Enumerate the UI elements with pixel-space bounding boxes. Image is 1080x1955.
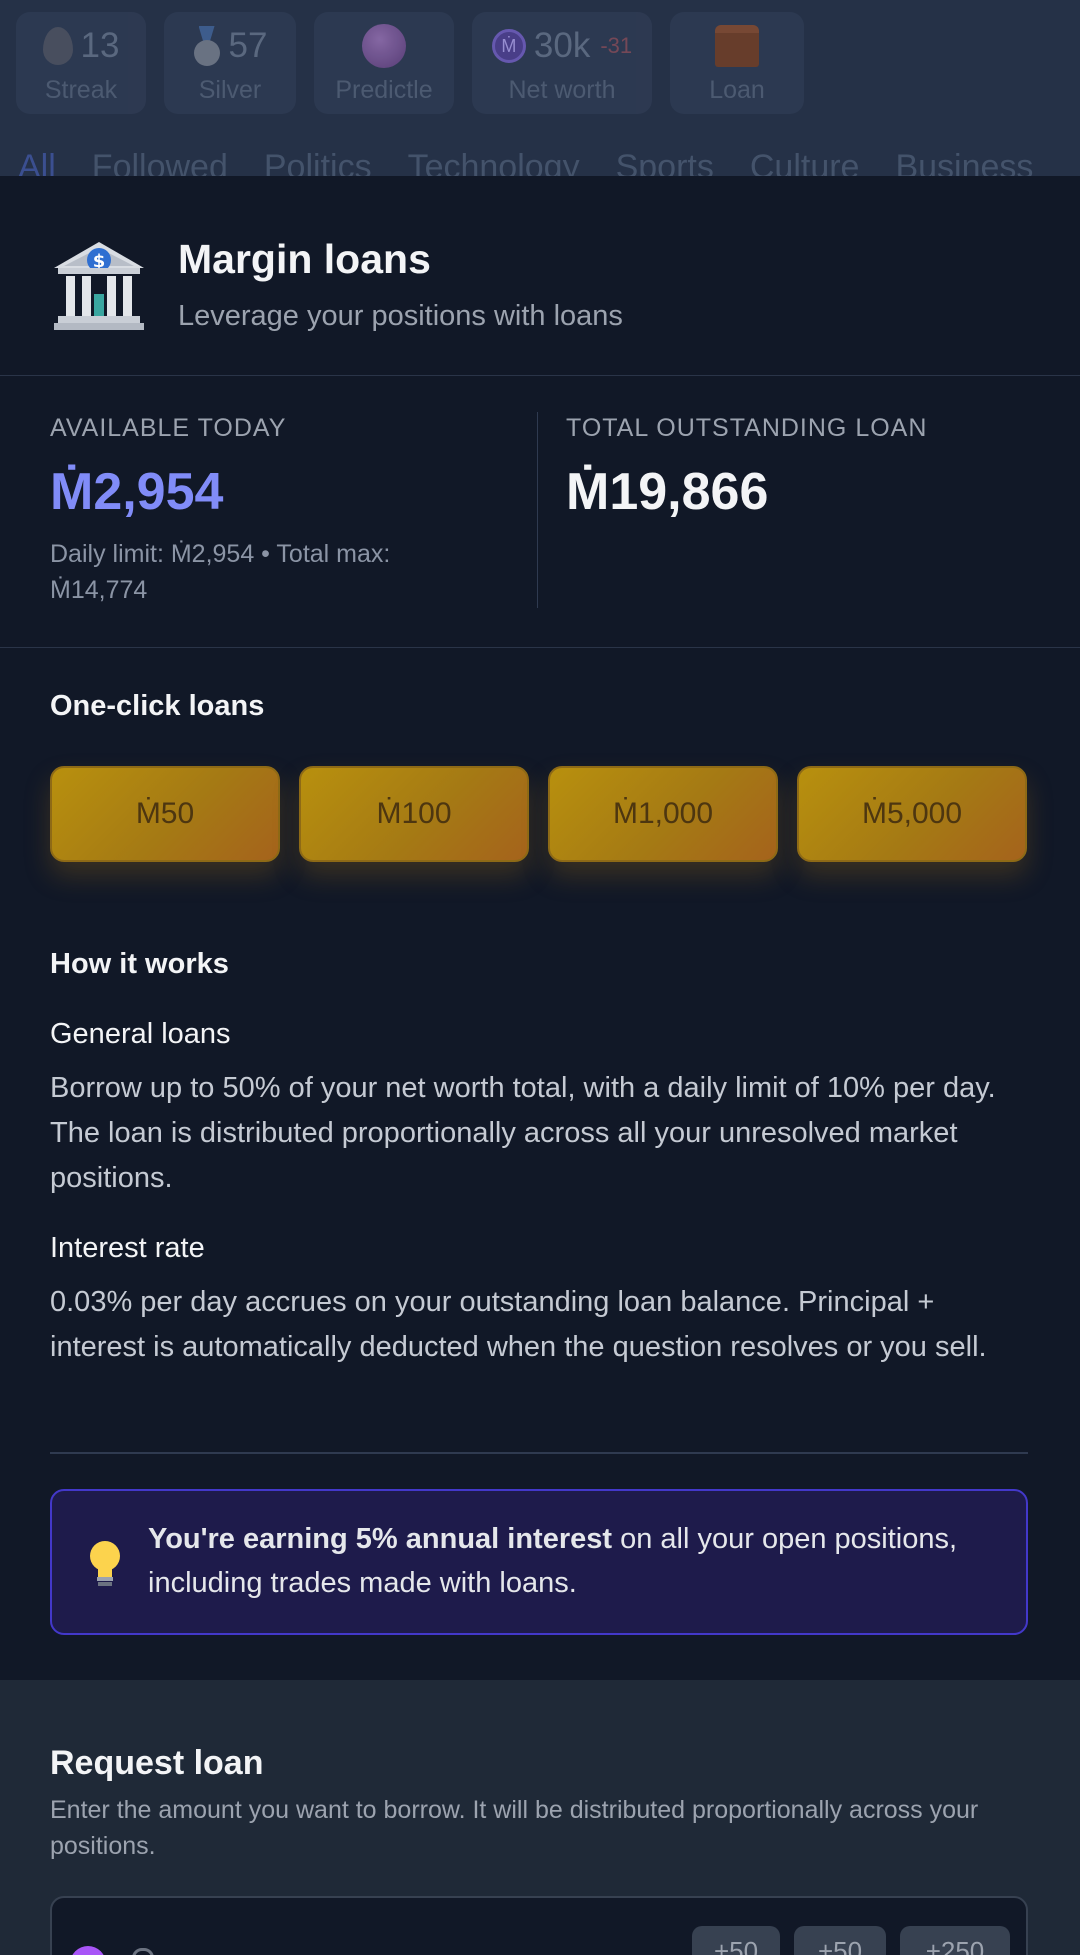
net-worth-delta: -31: [600, 33, 633, 58]
margin-loans-sheet: $ Margin loans Leverage your positions w…: [0, 176, 1080, 1955]
crystal-ball-icon: [362, 24, 406, 68]
mana-coin-icon: Ṁ: [491, 29, 526, 63]
net-worth-value: 30k: [533, 26, 591, 65]
background-app: 13 Streak 57 Silver Predictle Ṁ 30k -31 Ne…: [0, 0, 1080, 186]
loan-5000-button[interactable]: Ṁ5,000: [797, 766, 1027, 862]
summary-divider: [537, 412, 538, 608]
interest-rate-title: Interest rate: [50, 1232, 205, 1264]
bank-icon: $: [54, 242, 144, 330]
one-click-buttons: Ṁ50 Ṁ100 Ṁ1,000 Ṁ5,000: [50, 766, 1027, 862]
stat-loan[interactable]: Loan: [670, 12, 804, 114]
add-50-chip[interactable]: +50: [692, 1926, 780, 1955]
mana-coin-icon: [70, 1946, 106, 1955]
interest-rate-text: 0.03% per day accrues on your outstandin…: [50, 1286, 987, 1363]
interest-note-bold: You're earning 5% annual interest: [148, 1523, 613, 1555]
add-250-chip[interactable]: +250: [900, 1926, 1010, 1955]
loan-summary: AVAILABLE TODAY Ṁ2,954 Daily limit: Ṁ2,9…: [0, 376, 1080, 648]
loan-label: Loan: [709, 76, 765, 104]
silver-label: Silver: [198, 76, 262, 104]
medal-icon: [193, 26, 221, 66]
interest-note-text: You're earning 5% annual interest on all…: [148, 1517, 1008, 1605]
one-click-heading: One-click loans: [50, 690, 265, 722]
streak-label: Streak: [44, 76, 118, 104]
predictle-label: Predictle: [335, 76, 433, 104]
net-worth-label: Net worth: [508, 76, 616, 104]
outstanding-amount: Ṁ19,866: [566, 463, 769, 521]
request-loan-section: Request loan Enter the amount you want t…: [0, 1680, 1080, 1955]
add-50-chip-2[interactable]: +50: [794, 1926, 886, 1955]
lightbulb-icon: [90, 1541, 120, 1586]
loan-100-button[interactable]: Ṁ100: [299, 766, 529, 862]
flame-icon: [42, 27, 73, 65]
available-limits: Daily limit: Ṁ2,954 • Total max: Ṁ14,774: [50, 540, 391, 604]
stats-bar: 13 Streak 57 Silver Predictle Ṁ 30k -31 Ne…: [16, 12, 804, 114]
sheet-header: $ Margin loans Leverage your positions w…: [0, 176, 1080, 376]
streak-value: 13: [80, 26, 120, 65]
outstanding-caption: TOTAL OUTSTANDING LOAN: [566, 414, 928, 442]
stat-silver[interactable]: 57 Silver: [164, 12, 296, 114]
text-cursor-icon: [132, 1948, 154, 1955]
loan-1000-button[interactable]: Ṁ1,000: [548, 766, 778, 862]
how-it-works-heading: How it works: [50, 948, 229, 980]
interest-note: You're earning 5% annual interest on all…: [50, 1489, 1028, 1635]
request-loan-description: Enter the amount you want to borrow. It …: [50, 1796, 979, 1860]
modal-subtitle: Leverage your positions with loans: [178, 300, 623, 332]
loan-50-button[interactable]: Ṁ50: [50, 766, 280, 862]
stat-net-worth[interactable]: Ṁ 30k -31 Net worth: [472, 12, 652, 114]
available-caption: AVAILABLE TODAY: [50, 414, 287, 442]
general-loans-text: Borrow up to 50% of your net worth total…: [50, 1072, 996, 1194]
available-amount: Ṁ2,954: [50, 463, 224, 521]
loan-amount-input[interactable]: +50 +50 +250: [50, 1896, 1028, 1955]
modal-title: Margin loans: [178, 236, 431, 282]
stat-streak[interactable]: 13 Streak: [16, 12, 146, 114]
section-divider: [50, 1452, 1028, 1454]
silver-value: 57: [228, 26, 268, 65]
general-loans-title: General loans: [50, 1018, 231, 1050]
request-loan-title: Request loan: [50, 1744, 264, 1782]
stat-predictle[interactable]: Predictle: [314, 12, 454, 114]
treasure-chest-icon: [715, 25, 759, 67]
